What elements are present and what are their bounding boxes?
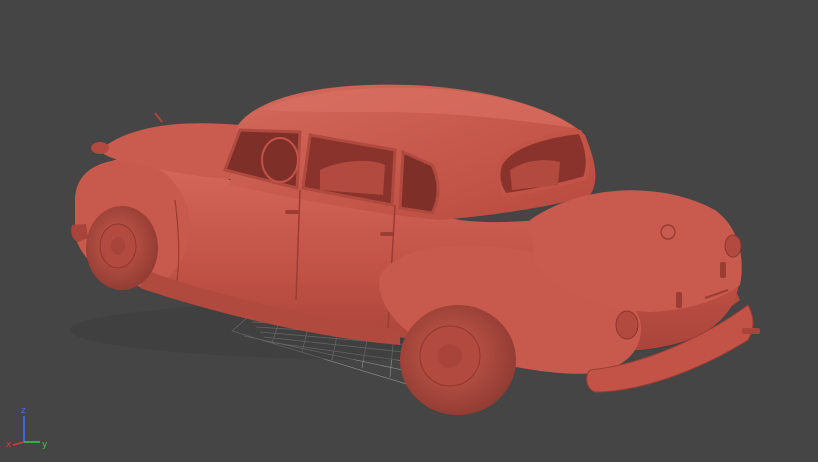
x-axis-line [12, 441, 25, 446]
3d-viewport[interactable]: z y x [0, 0, 818, 462]
axis-gizmo-lines [12, 416, 40, 446]
axis-gizmo: z y x [4, 404, 60, 458]
car-model[interactable] [70, 84, 760, 415]
x-axis-label: x [6, 440, 12, 450]
z-axis-label: z [21, 406, 26, 416]
y-axis-label: y [42, 440, 48, 450]
viewport-scene[interactable] [0, 0, 818, 462]
